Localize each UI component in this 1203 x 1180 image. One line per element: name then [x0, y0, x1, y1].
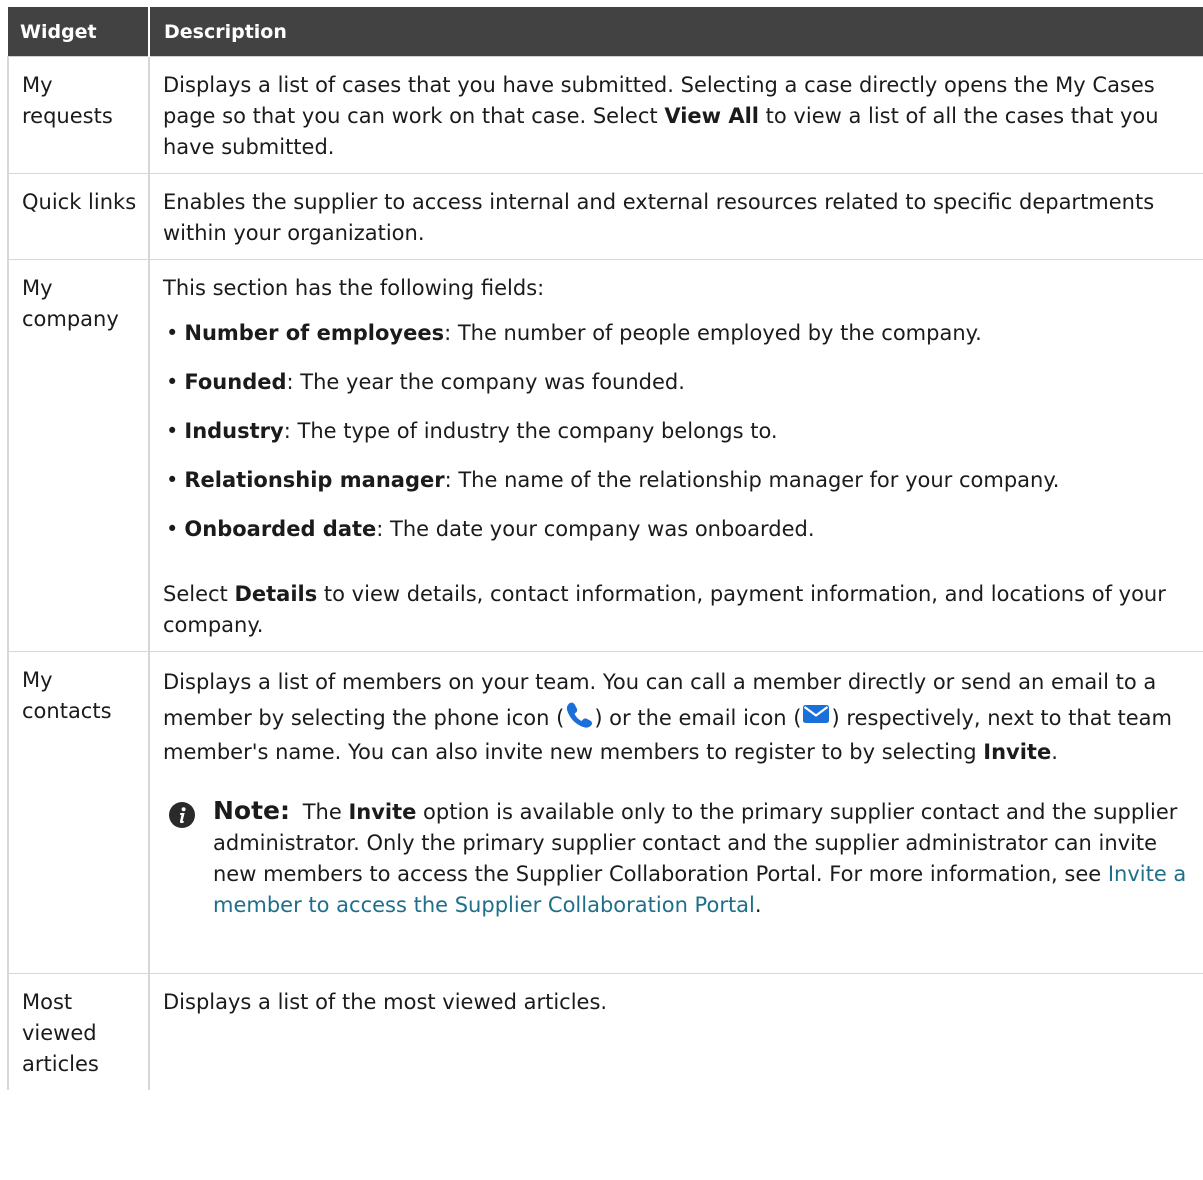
list-item: Industry: The type of industry the compa… — [163, 416, 1194, 447]
widgets-table: Widget Description My requests Displays … — [7, 7, 1203, 1090]
widget-name: My requests — [7, 56, 150, 174]
widget-name: Most viewed articles — [7, 973, 150, 1090]
description-text: ) or the email icon ( — [594, 706, 802, 730]
table-header-row: Widget Description — [8, 7, 1203, 57]
invite-label: Invite — [983, 740, 1052, 764]
table-row: My company This section has the followin… — [7, 259, 1203, 652]
widget-name: Quick links — [7, 173, 150, 260]
field-label: Founded — [184, 370, 287, 394]
info-icon — [169, 802, 195, 828]
field-text: : The name of the relationship manager f… — [444, 468, 1060, 492]
note-text: The — [296, 800, 349, 824]
invite-label: Invite — [348, 800, 417, 824]
field-text: : The type of industry the company belon… — [283, 419, 778, 443]
field-label: Relationship manager — [184, 468, 445, 492]
field-label: Industry — [184, 419, 284, 443]
field-label: Number of employees — [184, 321, 445, 345]
list-item: Onboarded date: The date your company wa… — [163, 514, 1194, 545]
details-label: Details — [234, 582, 318, 606]
field-text: : The year the company was founded. — [286, 370, 685, 394]
company-fields-list: Number of employees: The number of peopl… — [163, 318, 1194, 545]
description-text: Select — [163, 582, 235, 606]
email-icon — [803, 705, 830, 723]
field-label: Onboarded date — [184, 517, 377, 541]
widget-description: Enables the supplier to access internal … — [149, 173, 1203, 260]
list-item: Number of employees: The number of peopl… — [163, 318, 1194, 349]
note-box: Note: The Invite option is available onl… — [163, 795, 1194, 921]
note-text: . — [754, 893, 762, 917]
widget-description: This section has the following fields: N… — [149, 259, 1203, 652]
widget-description: Displays a list of the most viewed artic… — [163, 990, 608, 1014]
description-column-header: Description — [149, 7, 1203, 57]
table-row: Most viewed articles Displays a list of … — [7, 973, 1203, 1090]
list-item: Relationship manager: The name of the re… — [163, 465, 1194, 496]
table-row: My requests Displays a list of cases tha… — [7, 56, 1203, 174]
widget-name: My company — [7, 259, 150, 652]
phone-icon — [567, 702, 593, 728]
view-all-label: View All — [664, 104, 759, 128]
details-paragraph: Select Details to view details, contact … — [163, 579, 1194, 641]
contacts-paragraph: Displays a list of members on your team.… — [163, 665, 1194, 769]
widget-description: Displays a list of members on your team.… — [149, 651, 1203, 974]
widget-name: My contacts — [7, 651, 150, 974]
table-row: Quick links Enables the supplier to acce… — [7, 173, 1203, 260]
fields-intro: This section has the following fields: — [163, 276, 545, 300]
note-title: Note: — [213, 796, 291, 825]
widget-description: Displays a list of cases that you have s… — [149, 56, 1203, 174]
list-item: Founded: The year the company was founde… — [163, 367, 1194, 398]
field-text: : The date your company was onboarded. — [376, 517, 815, 541]
table-row: My contacts Displays a list of members o… — [7, 651, 1203, 974]
widget-column-header: Widget — [8, 7, 150, 57]
description-text: . — [1051, 740, 1058, 764]
field-text: : The number of people employed by the c… — [444, 321, 982, 345]
